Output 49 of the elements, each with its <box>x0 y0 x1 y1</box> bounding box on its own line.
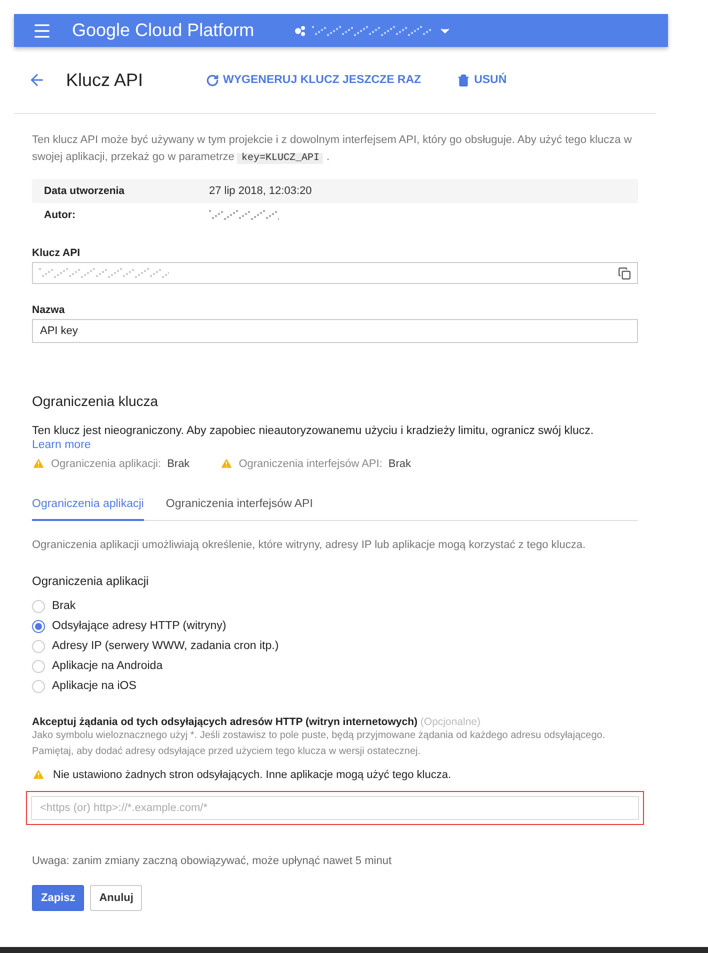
radio-label: Adresy IP (serwery WWW, zadania cron itp.) <box>52 640 279 652</box>
note-text: Uwaga: zanim zmiany zaczną obowiązywać, może upłynąć nawet 5 minut <box>32 855 392 867</box>
page-title: Klucz API <box>66 70 144 90</box>
warning-icon <box>32 457 45 470</box>
detail-value: 27 lip 2018, 12:03:20 <box>209 185 313 197</box>
warning-icon <box>32 768 45 781</box>
back-icon[interactable] <box>28 71 46 89</box>
tab-description: Ograniczenia aplikacji umożliwiają określenie, które witryny, adresy IP lub aplikacje mogą korzystać z tego klucza. <box>32 538 587 553</box>
radio-button[interactable] <box>32 680 45 692</box>
status-label: Ograniczenia interfejsów API: <box>238 458 382 470</box>
project-icon <box>294 24 306 36</box>
save-button[interactable]: Zapisz <box>32 885 84 911</box>
referrer-label: Akceptuj żądania od tych odsyłających adresów HTTP (witryn internetowych) (Opcjonalne) <box>32 716 482 728</box>
tab[interactable]: Ograniczenia aplikacji <box>32 498 144 521</box>
referrer-field[interactable]: <https (or) http>://*.example.com/* <box>31 796 639 820</box>
delete-button[interactable]: USUŃ <box>457 74 507 86</box>
field-label: Nazwa <box>32 304 66 316</box>
radio-label: Aplikacje na iOS <box>52 680 136 692</box>
tab[interactable]: Ograniczenia interfejsów API <box>166 498 313 521</box>
detail-label: Data utworzenia <box>44 185 126 197</box>
brand-title: Google Cloud Platform <box>72 20 254 41</box>
refresh-icon <box>206 74 219 86</box>
api-key-field[interactable] <box>32 262 638 284</box>
intro-text: Ten klucz API może być używany w tym projekcie i z dowolnym interfejsem API, który go obsługuje. Aby użyć tego klucza w swojej aplikacji, przekaż go w parametrze key=KLUCZ_API . <box>32 133 633 166</box>
learn-more-link[interactable]: Learn more <box>32 439 91 451</box>
help-text: Jako symbolu wieloznacznego użyj *. Jeśli zostawisz to pole puste, będą przyjmowane żądania od każdego adresu odsyłającego. Pamiętaj, aby dodać adresy odsyłające przed użyciem tego klucza w wersji ostatecznej. <box>32 729 606 759</box>
radio-button[interactable] <box>32 600 45 612</box>
status-label: Ograniczenia aplikacji: <box>51 458 162 470</box>
warning-text: Nie ustawiono żadnych stron odsyłających. Inne aplikacje mogą użyć tego klucza. <box>53 768 452 780</box>
copy-icon[interactable] <box>618 266 631 280</box>
status-value: Brak <box>167 458 190 470</box>
restriction-text: Ten klucz jest nieograniczony. Aby zapobiec nieautoryzowanemu użyciu i kradzieży limitu, ogranicz swój klucz. <box>32 424 595 439</box>
subsection-title: Ograniczenia aplikacji <box>32 574 150 588</box>
name-field[interactable]: API key <box>32 319 638 343</box>
obscured-author <box>209 209 279 221</box>
section-title: Ograniczenia klucza <box>32 393 160 409</box>
regenerate-button[interactable]: WYGENERUJ KLUCZ JESZCZE RAZ <box>206 74 422 86</box>
radio-button[interactable] <box>32 640 45 652</box>
radio-label: Odsyłające adresy HTTP (witryny) <box>52 620 226 632</box>
cancel-button[interactable]: Anuluj <box>90 885 142 911</box>
radio-label: Aplikacje na Androida <box>52 660 163 672</box>
trash-icon <box>457 74 470 86</box>
radio-button[interactable] <box>32 660 45 672</box>
status-value: Brak <box>388 458 411 470</box>
radio-label: Brak <box>52 600 76 612</box>
detail-label: Autor: <box>44 209 76 221</box>
warning-icon <box>220 457 233 470</box>
radio-button[interactable] <box>32 620 45 632</box>
field-label: Klucz API <box>32 247 82 259</box>
